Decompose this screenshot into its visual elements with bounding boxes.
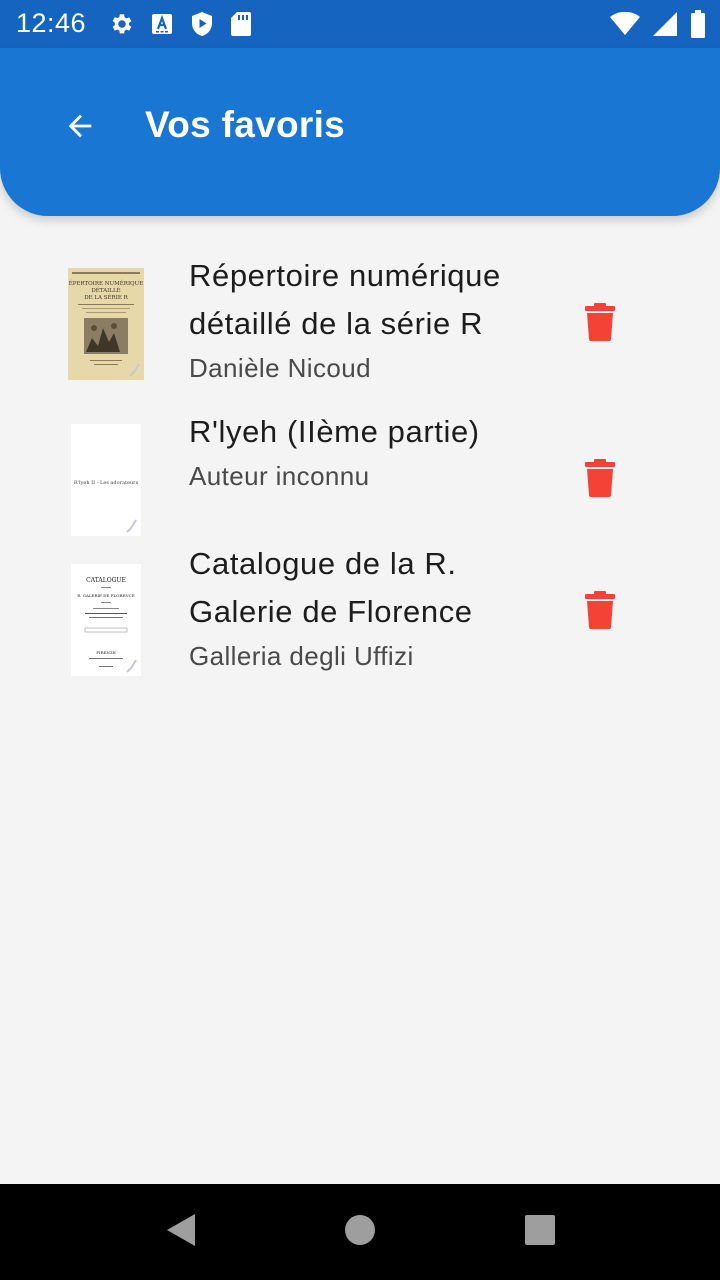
thumb-text-1: ÉPERTOIRE NUMÉRIQUE (69, 279, 144, 287)
favorite-item[interactable]: ÉPERTOIRE NUMÉRIQUE DÉTAILLÉ DE LA SÉRIE… (0, 216, 720, 388)
item-texts: Catalogue de la R. Galerie de Florence G… (189, 540, 549, 674)
nav-recents-button[interactable] (520, 1212, 560, 1252)
item-texts: R'lyeh (IIème partie) Auteur inconnu (189, 408, 549, 494)
thumb-text-2: DÉTAILLÉ (91, 286, 120, 294)
app-bar: Vos favoris (0, 48, 720, 216)
back-triangle-icon (163, 1212, 197, 1253)
thumb-text-2: R. GALERIE DE FLORENCE (77, 593, 135, 598)
wifi-icon (610, 12, 640, 36)
status-bar: 12:46 (0, 0, 720, 48)
book-cover-thumbnail: CATALOGUE R. GALERIE DE FLORENCE FIRENZE (71, 564, 141, 676)
system-nav-bar (0, 1184, 720, 1280)
favorite-item[interactable]: CATALOGUE R. GALERIE DE FLORENCE FIRENZE… (0, 528, 720, 700)
thumb-text-3: FIRENZE (96, 650, 116, 655)
favorites-list: ÉPERTOIRE NUMÉRIQUE DÉTAILLÉ DE LA SÉRIE… (0, 216, 720, 700)
nav-back-button[interactable] (160, 1212, 200, 1252)
delete-button[interactable] (576, 300, 624, 348)
item-title: R'lyeh (IIème partie) (189, 414, 480, 449)
item-title: Répertoire numérique détaillé de la séri… (189, 252, 549, 348)
status-icons-left (108, 10, 252, 38)
home-circle-icon (344, 1214, 376, 1251)
status-icons-right (610, 10, 706, 38)
trash-icon (584, 590, 616, 634)
item-title-line2: détaillé de la série R (189, 306, 484, 341)
delete-button[interactable] (576, 588, 624, 636)
play-protect-icon (190, 11, 214, 37)
arrow-back-icon (63, 109, 97, 148)
back-button[interactable] (52, 100, 108, 156)
delete-button[interactable] (576, 456, 624, 504)
a-keyboard-icon (150, 12, 174, 36)
settings-icon (108, 11, 134, 37)
item-texts: Répertoire numérique détaillé de la séri… (189, 252, 549, 386)
trash-icon (584, 302, 616, 346)
book-cover-thumbnail: ÉPERTOIRE NUMÉRIQUE DÉTAILLÉ DE LA SÉRIE… (68, 268, 144, 380)
item-title-line1: Catalogue de la R. (189, 546, 457, 581)
book-cover-thumbnail: R'lyeh II - Les adorateurs (71, 424, 141, 536)
recents-square-icon (525, 1214, 555, 1250)
battery-icon (690, 10, 706, 38)
item-title: Catalogue de la R. Galerie de Florence (189, 540, 549, 636)
item-author: Auteur inconnu (189, 461, 370, 491)
item-title-line1: Répertoire numérique (189, 258, 501, 293)
item-author: Galleria degli Uffizi (189, 641, 414, 671)
thumb-text-3: DE LA SÉRIE R (84, 293, 128, 301)
item-title-line2: Galerie de Florence (189, 594, 473, 629)
sd-card-icon (230, 11, 252, 37)
thumb-text-1: CATALOGUE (86, 577, 126, 584)
nav-home-button[interactable] (340, 1212, 380, 1252)
status-time: 12:46 (16, 8, 87, 38)
favorite-item[interactable]: R'lyeh II - Les adorateurs R'lyeh (IIème… (0, 388, 720, 536)
trash-icon (584, 458, 616, 502)
signal-icon (652, 11, 678, 37)
thumb-text-1: R'lyeh II - Les adorateurs (74, 480, 139, 486)
item-author: Danièle Nicoud (189, 353, 371, 383)
page-title: Vos favoris (145, 104, 346, 145)
